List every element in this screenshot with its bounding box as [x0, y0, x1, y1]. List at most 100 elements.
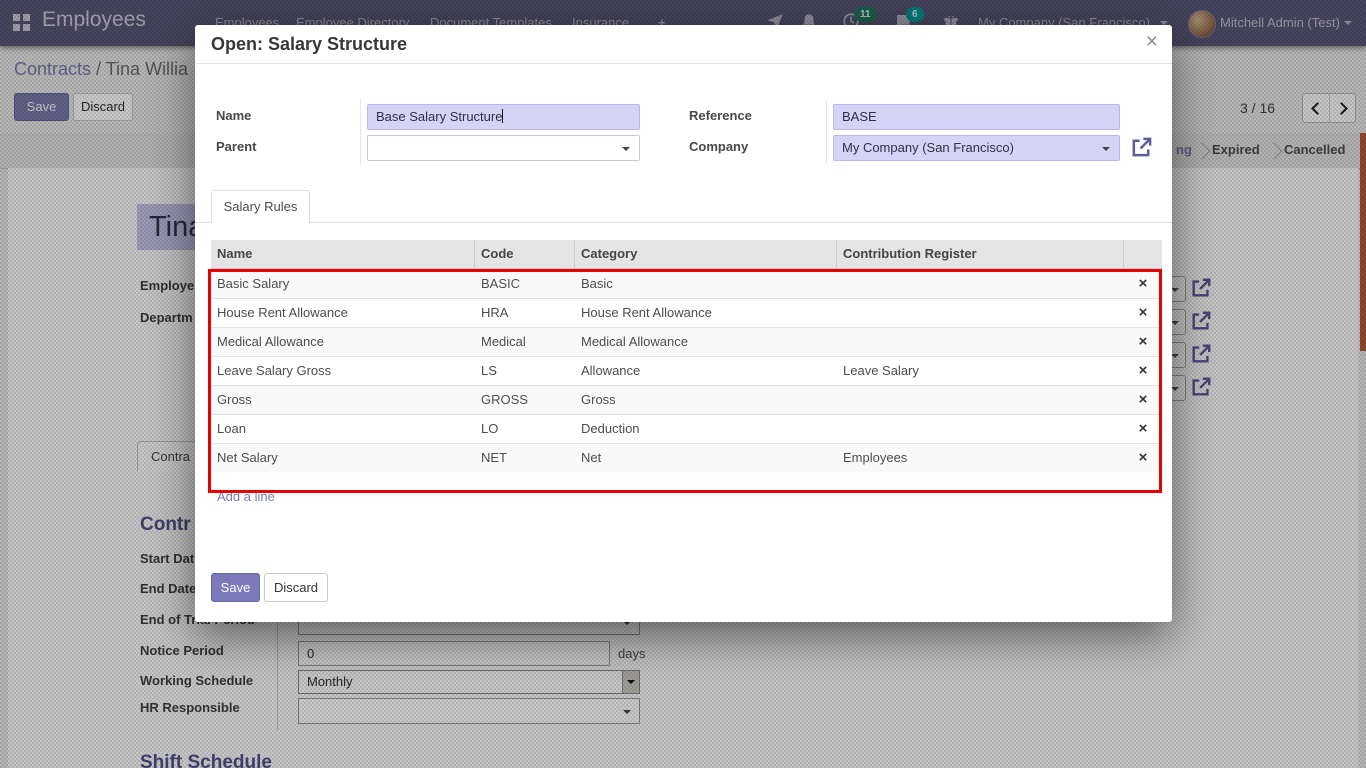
- table-row[interactable]: Basic SalaryBASICBasic×: [211, 269, 1162, 298]
- cell-register: [837, 270, 1124, 298]
- cell-name: Basic Salary: [211, 270, 475, 298]
- apps-menu-icon[interactable]: [13, 14, 30, 31]
- cell-name: House Rent Allowance: [211, 299, 475, 327]
- app-title: Employees: [42, 8, 146, 32]
- cell-register: Employees: [837, 444, 1124, 472]
- chevron-right-icon: [1335, 102, 1348, 115]
- delete-row-icon[interactable]: ×: [1124, 444, 1162, 472]
- hr-responsible-label: HR Responsible: [140, 700, 240, 715]
- reference-label: Reference: [689, 108, 752, 123]
- cell-register: Leave Salary: [837, 357, 1124, 385]
- delete-row-icon[interactable]: ×: [1124, 299, 1162, 327]
- step-separator: [1194, 143, 1211, 160]
- hr-responsible-field[interactable]: [298, 698, 640, 724]
- breadcrumb-current: Tina Willia: [106, 59, 188, 79]
- form-divider: [826, 99, 827, 165]
- name-label: Name: [216, 108, 251, 123]
- close-icon[interactable]: ×: [1146, 30, 1158, 54]
- contract-details-heading: Contr: [140, 514, 191, 536]
- company-label: Company: [689, 139, 748, 154]
- avatar[interactable]: [1188, 10, 1216, 38]
- discard-button-background[interactable]: Discard: [73, 93, 133, 121]
- select-arrow-button[interactable]: [622, 671, 639, 693]
- modal-discard-button[interactable]: Discard: [264, 573, 328, 602]
- table-row[interactable]: LoanLODeduction×: [211, 414, 1162, 443]
- cell-register: [837, 415, 1124, 443]
- column-header-category[interactable]: Category: [575, 240, 837, 268]
- cell-name: Gross: [211, 386, 475, 414]
- table-row[interactable]: Leave Salary GrossLSAllowanceLeave Salar…: [211, 356, 1162, 385]
- shift-schedule-heading: Shift Schedule: [140, 752, 272, 768]
- delete-row-icon[interactable]: ×: [1124, 270, 1162, 298]
- status-step-expired[interactable]: Expired: [1212, 142, 1260, 157]
- breadcrumb-contracts-link[interactable]: Contracts: [14, 59, 91, 79]
- cell-code: LS: [475, 357, 575, 385]
- delete-row-icon[interactable]: ×: [1124, 386, 1162, 414]
- table-row[interactable]: GrossGROSSGross ×: [211, 385, 1162, 414]
- cell-code: GROSS: [475, 386, 575, 414]
- external-link-icon[interactable]: [1190, 310, 1212, 332]
- notice-period-input[interactable]: 0: [298, 641, 610, 666]
- messages-badge: 6: [906, 7, 924, 22]
- pager-previous-button[interactable]: [1303, 94, 1329, 122]
- delete-row-icon[interactable]: ×: [1124, 415, 1162, 443]
- status-step-running[interactable]: ng: [1176, 142, 1192, 157]
- tab-salary-rules[interactable]: Salary Rules: [211, 190, 310, 224]
- parent-field[interactable]: [367, 135, 640, 161]
- cell-name: Net Salary: [211, 444, 475, 472]
- modal-title: Open: Salary Structure: [211, 34, 407, 55]
- name-input[interactable]: Base Salary Structure: [367, 104, 640, 130]
- cell-name: Leave Salary Gross: [211, 357, 475, 385]
- user-menu[interactable]: Mitchell Admin (Test): [1220, 0, 1340, 46]
- form-divider: [360, 99, 361, 165]
- column-header-actions: [1124, 240, 1162, 268]
- external-link-icon[interactable]: [1190, 343, 1212, 365]
- breadcrumb: Contracts / Tina Willia: [14, 59, 188, 80]
- cell-register: [837, 299, 1124, 327]
- table-row[interactable]: Net SalaryNETNetEmployees×: [211, 443, 1162, 472]
- delete-row-icon[interactable]: ×: [1124, 328, 1162, 356]
- pager: [1302, 93, 1356, 123]
- tab-strip: [195, 222, 1172, 223]
- cell-category: Gross: [575, 386, 837, 414]
- pager-value: 3 / 16: [1240, 100, 1275, 116]
- cell-code: Medical: [475, 328, 575, 356]
- right-edge-strip: [1360, 133, 1366, 351]
- table-row[interactable]: House Rent AllowanceHRAHouse Rent Allowa…: [211, 298, 1162, 327]
- modal-save-button[interactable]: Save: [211, 573, 260, 602]
- salary-structure-modal: Open: Salary Structure × Name Base Salar…: [195, 25, 1172, 622]
- cell-code: NET: [475, 444, 575, 472]
- activities-badge: 11: [854, 7, 877, 22]
- table-header: Name Code Category Contribution Register: [211, 240, 1162, 269]
- external-link-icon[interactable]: [1130, 136, 1153, 159]
- step-separator: [1266, 143, 1283, 160]
- reference-input[interactable]: BASE: [833, 104, 1120, 130]
- department-label: Departm: [140, 310, 193, 325]
- delete-row-icon[interactable]: ×: [1124, 357, 1162, 385]
- chevron-down-icon: [1344, 21, 1352, 25]
- cell-name: Medical Allowance: [211, 328, 475, 356]
- status-step-cancelled[interactable]: Cancelled: [1284, 142, 1345, 157]
- save-button-background[interactable]: Save: [14, 93, 69, 121]
- column-header-code[interactable]: Code: [475, 240, 575, 268]
- column-header-contribution-register[interactable]: Contribution Register: [837, 240, 1124, 268]
- external-link-icon[interactable]: [1190, 376, 1212, 398]
- screen: Employees Employees Employee Directory D…: [0, 0, 1366, 768]
- cell-category: Allowance: [575, 357, 837, 385]
- cell-category: House Rent Allowance: [575, 299, 837, 327]
- cell-category: Basic: [575, 270, 837, 298]
- cell-name: Loan: [211, 415, 475, 443]
- add-a-line-link[interactable]: Add a line: [211, 484, 1162, 510]
- end-date-label: End Date: [140, 581, 196, 596]
- pager-next-button[interactable]: [1329, 94, 1356, 122]
- cell-category: Medical Allowance: [575, 328, 837, 356]
- column-header-name[interactable]: Name: [211, 240, 475, 268]
- company-field[interactable]: My Company (San Francisco): [833, 135, 1120, 161]
- external-link-icon[interactable]: [1190, 277, 1212, 299]
- cell-category: Net: [575, 444, 837, 472]
- table-row[interactable]: Medical AllowanceMedicalMedical Allowanc…: [211, 327, 1162, 356]
- cell-code: HRA: [475, 299, 575, 327]
- notice-period-label: Notice Period: [140, 643, 224, 658]
- notice-unit-label: days: [618, 646, 645, 661]
- working-schedule-select[interactable]: Monthly: [298, 670, 640, 694]
